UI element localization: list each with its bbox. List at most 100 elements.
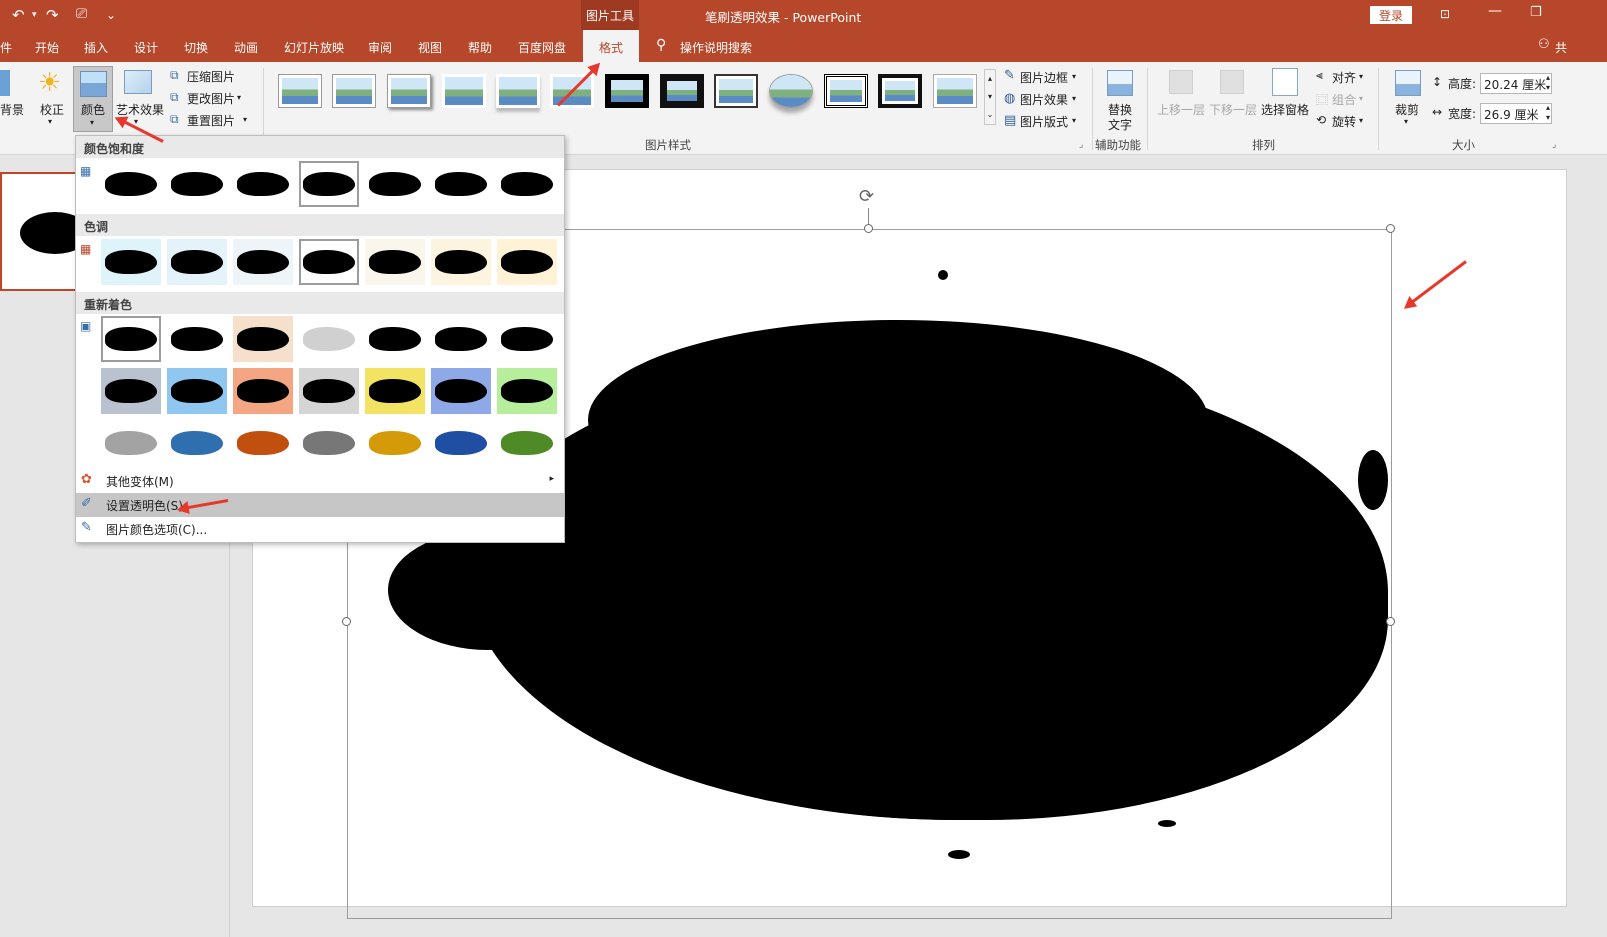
crop-icon[interactable] [1395,70,1421,96]
share-button[interactable]: 共 [1555,39,1567,56]
slide-thumbnail[interactable] [0,172,79,291]
tab-home[interactable]: 开始 [35,39,59,56]
change-picture-dropdown-icon[interactable]: ▾ [237,93,241,102]
crop-button[interactable]: 裁剪 [1395,101,1419,118]
ribbon-display-icon[interactable]: ⊡ [1440,7,1450,21]
saturation-option[interactable] [299,161,359,207]
tab-baidu-netdisk[interactable]: 百度网盘 [518,39,566,56]
recolor-option[interactable] [365,316,425,362]
resize-handle-left[interactable] [342,617,351,626]
send-backward-button[interactable]: 下移一层 [1209,101,1257,118]
style-thumb[interactable] [332,74,376,108]
reset-picture-button[interactable]: 重置图片 [187,112,235,129]
recolor-option[interactable] [299,368,359,414]
picture-border-button[interactable]: 图片边框 [1020,69,1068,86]
rotate-handle-icon[interactable]: ⟳ [859,186,874,207]
align-icon[interactable]: ⫷ [1316,68,1323,83]
rotate-button[interactable]: 旋转 [1332,113,1356,130]
tell-me-search[interactable]: 操作说明搜索 [680,39,752,56]
compress-pictures-button[interactable]: 压缩图片 [187,68,235,85]
crop-dropdown-icon[interactable]: ▾ [1404,117,1408,126]
align-dropdown-icon[interactable]: ▾ [1359,72,1363,81]
change-picture-button[interactable]: 更改图片 [187,90,235,107]
tone-option[interactable] [167,239,227,285]
tone-option[interactable] [497,239,557,285]
tab-file[interactable]: 件 [0,39,12,56]
size-dialog-launcher-icon[interactable]: ⌟ [1552,140,1556,150]
width-spinner[interactable]: ▴ ▾ [1546,103,1550,123]
height-spinner[interactable]: ▴ ▾ [1546,73,1550,93]
resize-handle-right[interactable] [1386,617,1395,626]
restore-icon[interactable]: ❐ [1530,5,1542,20]
recolor-option[interactable] [299,420,359,466]
bring-forward-button[interactable]: 上移一层 [1157,101,1205,118]
tab-insert[interactable]: 插入 [84,39,108,56]
gallery-scroll[interactable]: ▴ ▾ ⌄ [984,69,996,125]
recolor-option[interactable] [101,420,161,466]
customize-qat-icon[interactable]: ⌄ [106,8,116,22]
tab-transitions[interactable]: 切换 [184,39,208,56]
change-picture-icon[interactable]: ⧉ [170,90,179,105]
style-thumb[interactable] [387,74,431,108]
picture-border-icon[interactable]: ✎ [1004,68,1015,83]
recolor-option[interactable] [299,316,359,362]
saturation-option[interactable] [497,161,557,207]
tab-view[interactable]: 视图 [418,39,442,56]
picture-effects-dropdown-icon[interactable]: ▾ [1072,94,1076,103]
color-button[interactable]: 颜色 ▾ [73,66,113,132]
picture-layout-button[interactable]: 图片版式 [1020,113,1068,130]
recolor-option[interactable] [167,368,227,414]
corrections-button[interactable]: 校正 [40,101,64,118]
picture-layout-icon[interactable]: ▤ [1004,113,1016,128]
style-thumb[interactable] [769,74,813,108]
undo-icon[interactable]: ↶ [12,6,25,24]
style-thumb[interactable] [442,74,486,108]
remove-background-label[interactable]: 背景 [0,101,24,118]
remove-background-icon[interactable] [0,70,10,96]
corrections-dropdown-icon[interactable]: ▾ [48,117,52,126]
selection-pane-button[interactable]: 选择窗格 [1261,101,1309,118]
style-thumb[interactable] [824,74,868,108]
recolor-option[interactable] [233,420,293,466]
tone-option[interactable] [431,239,491,285]
recolor-option[interactable] [365,368,425,414]
group-button[interactable]: 组合 [1332,91,1356,108]
login-button[interactable]: 登录 [1370,6,1412,24]
recolor-option[interactable] [431,368,491,414]
picture-effects-icon[interactable]: ◍ [1004,91,1015,106]
tab-slideshow[interactable]: 幻灯片放映 [284,39,344,56]
recolor-option[interactable] [167,316,227,362]
recolor-option[interactable] [431,420,491,466]
recolor-option[interactable] [233,368,293,414]
picture-border-dropdown-icon[interactable]: ▾ [1072,72,1076,81]
picture-effects-button[interactable]: 图片效果 [1020,91,1068,108]
align-button[interactable]: 对齐 [1332,69,1356,86]
tab-design[interactable]: 设计 [134,39,158,56]
compress-icon[interactable]: ⧉ [170,68,179,83]
user-icon[interactable]: ⚇ [1538,37,1550,52]
undo-dropdown-icon[interactable]: ▾ [32,10,37,20]
style-thumb[interactable] [878,74,922,108]
reset-picture-icon[interactable]: ⧉ [170,112,179,127]
tab-format[interactable]: 格式 [583,30,639,62]
tone-option[interactable] [233,239,293,285]
picture-layout-dropdown-icon[interactable]: ▾ [1072,116,1076,125]
style-thumb[interactable] [660,74,704,108]
alt-text-icon[interactable] [1107,70,1133,96]
recolor-option[interactable] [101,368,161,414]
height-input[interactable]: 20.24 厘米 [1480,73,1552,94]
reset-picture-dropdown-icon[interactable]: ▾ [243,115,247,124]
tone-option[interactable] [299,239,359,285]
present-icon[interactable]: ⎚ [76,6,87,22]
width-input[interactable]: 26.9 厘米 [1480,103,1552,124]
recolor-option[interactable] [101,316,161,362]
set-transparent-color-item[interactable]: ✐ 设置透明色(S) [76,493,564,517]
dialog-launcher-icon[interactable]: ⌟ [1079,140,1083,150]
tab-help[interactable]: 帮助 [468,39,492,56]
recolor-option[interactable] [167,420,227,466]
tab-animations[interactable]: 动画 [234,39,258,56]
style-thumb[interactable] [933,74,977,108]
picture-color-options-item[interactable]: ✎ 图片颜色选项(C)... [76,517,564,541]
recolor-option[interactable] [497,316,557,362]
artistic-effects-icon[interactable] [124,70,152,94]
